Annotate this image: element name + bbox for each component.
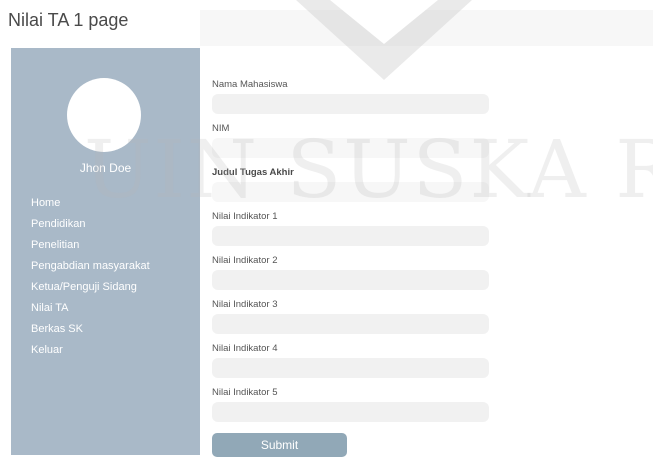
sidebar-item-pendidikan[interactable]: Pendidikan (31, 217, 150, 238)
nilai-indikator-1-label: Nilai Indikator 1 (212, 211, 278, 222)
nilai-indikator-4-input[interactable] (212, 358, 489, 378)
nilai-indikator-2-input[interactable] (212, 270, 489, 290)
sidebar: Jhon Doe Home Pendidikan Penelitian Peng… (11, 48, 200, 455)
field-nim: NIM (212, 122, 489, 166)
field-nama-mahasiswa: Nama Mahasiswa (212, 78, 489, 122)
nilai-indikator-3-input[interactable] (212, 314, 489, 334)
field-nilai-indikator-2: Nilai Indikator 2 (212, 254, 489, 298)
nilai-indikator-5-label: Nilai Indikator 5 (212, 387, 278, 398)
field-nilai-indikator-5: Nilai Indikator 5 (212, 386, 489, 430)
field-judul-tugas-akhir: Judul Tugas Akhir (212, 166, 489, 210)
sidebar-item-home[interactable]: Home (31, 196, 150, 217)
user-name: Jhon Doe (79, 161, 132, 175)
field-nilai-indikator-4: Nilai Indikator 4 (212, 342, 489, 386)
nilai-indikator-3-label: Nilai Indikator 3 (212, 299, 278, 310)
field-nilai-indikator-1: Nilai Indikator 1 (212, 210, 489, 254)
nim-label: NIM (212, 123, 230, 134)
submit-button[interactable]: Submit (212, 433, 347, 457)
nama-mahasiswa-label: Nama Mahasiswa (212, 79, 288, 90)
sidebar-item-berkas-sk[interactable]: Berkas SK (31, 322, 150, 343)
nilai-indikator-5-input[interactable] (212, 402, 489, 422)
sidebar-nav: Home Pendidikan Penelitian Pengabdian ma… (31, 196, 150, 364)
page-title: Nilai TA 1 page (8, 10, 129, 30)
sidebar-item-penelitian[interactable]: Penelitian (31, 238, 150, 259)
sidebar-item-nilai-ta[interactable]: Nilai TA (31, 301, 150, 322)
watermark-logo-cutout (330, 0, 438, 44)
nilai-indikator-1-input[interactable] (212, 226, 489, 246)
nilai-ta-form: Nama Mahasiswa NIM Judul Tugas Akhir Nil… (212, 78, 489, 430)
nilai-indikator-2-label: Nilai Indikator 2 (212, 255, 278, 266)
sidebar-item-pengabdian-masyarakat[interactable]: Pengabdian masyarakat (31, 259, 150, 280)
nama-mahasiswa-input[interactable] (212, 94, 489, 114)
sidebar-item-keluar[interactable]: Keluar (31, 343, 150, 364)
field-nilai-indikator-3: Nilai Indikator 3 (212, 298, 489, 342)
judul-tugas-akhir-label: Judul Tugas Akhir (212, 167, 294, 178)
judul-tugas-akhir-input[interactable] (212, 182, 489, 202)
nilai-indikator-4-label: Nilai Indikator 4 (212, 343, 278, 354)
avatar (67, 78, 141, 152)
nim-input[interactable] (212, 138, 489, 158)
sidebar-item-ketua-penguji-sidang[interactable]: Ketua/Penguji Sidang (31, 280, 150, 301)
